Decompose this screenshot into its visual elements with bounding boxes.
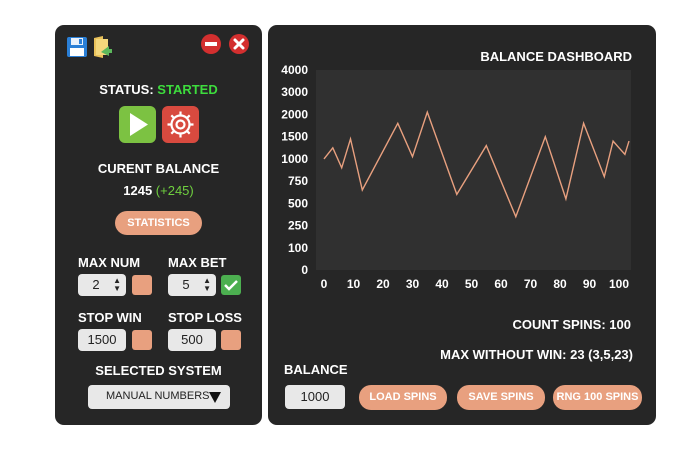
x-tick-label: 40 [435,277,449,291]
max-num-value: 2 [92,277,100,292]
y-tick-label: 2000 [281,107,308,121]
play-icon [130,113,148,136]
balance-title: CURENT BALANCE [97,161,220,176]
checkmark-icon [224,280,238,291]
stop-icon[interactable] [200,33,222,55]
status-label: STATUS: [99,82,154,97]
y-tick-label: 100 [288,241,308,255]
save-icon[interactable] [65,35,89,59]
close-icon[interactable] [228,33,250,55]
stop-loss-label: STOP LOSS [168,310,242,325]
max-num-stepper[interactable]: 2 ▲ ▼ [78,274,126,296]
balance-delta: (+245) [155,183,194,198]
stop-loss-field[interactable]: 500 [168,329,216,351]
x-tick-label: 50 [465,277,479,291]
stepper-arrows-icon: ▲ ▼ [113,276,121,293]
x-tick-label: 60 [494,277,508,291]
stop-win-field[interactable]: 1500 [78,329,126,351]
x-tick-label: 100 [609,277,629,291]
stop-loss-checkbox[interactable] [221,330,241,350]
dashboard-panel: BALANCE DASHBOARD 0 100 250 500 750 1000 1500 2… [268,25,656,425]
y-tick-label: 500 [288,196,308,210]
x-tick-label: 90 [583,277,597,291]
save-spins-button[interactable]: SAVE SPINS [457,385,545,410]
max-bet-label: MAX BET [168,255,227,270]
y-tick-label: 1000 [281,152,308,166]
y-tick-label: 3000 [281,85,308,99]
statistics-button[interactable]: STATISTICS [115,211,202,235]
control-panel: STATUS: STARTED CURENT BALANCE 1245 (+24… [55,25,262,425]
x-tick-label: 70 [524,277,538,291]
max-bet-value: 5 [182,277,190,292]
stop-win-label: STOP WIN [78,310,142,325]
max-without-win: MAX WITHOUT WIN: 23 (3,5,23) [440,347,633,362]
balance-chart: 0 100 250 500 750 1000 1500 2000 3000 4000 0 10 20 3… [281,65,631,291]
max-num-label: MAX NUM [78,255,141,270]
balance-input[interactable]: 1000 [285,385,345,409]
stop-win-checkbox[interactable] [132,330,152,350]
balance-value: 1245 [123,183,153,198]
y-tick-label: 1500 [281,130,308,144]
x-tick-label: 30 [406,277,420,291]
max-bet-stepper[interactable]: 5 ▲ ▼ [168,274,216,296]
max-bet-checkbox[interactable] [221,275,241,295]
status-value: STARTED [157,82,218,97]
x-tick-label: 10 [347,277,361,291]
play-button[interactable] [119,106,156,143]
y-tick-label: 4000 [281,65,308,77]
selected-system-label: SELECTED SYSTEM [95,363,222,378]
chevron-down-icon [209,392,221,403]
rng-spins-button[interactable]: RNG 100 SPINS [553,385,642,410]
x-tick-label: 20 [376,277,390,291]
max-num-checkbox[interactable] [132,275,152,295]
gear-icon [167,111,194,138]
system-select[interactable]: MANUAL NUMBERS [88,385,230,409]
stepper-arrows-icon: ▲ ▼ [203,276,211,293]
y-tick-label: 250 [288,219,308,233]
load-spins-button[interactable]: LOAD SPINS [359,385,447,410]
settings-button[interactable] [162,106,199,143]
balance-readout: 1245 (+245) [55,183,262,198]
x-tick-label: 0 [321,277,328,291]
plot-area [316,70,631,270]
status-line: STATUS: STARTED [55,82,262,97]
y-tick-label: 750 [288,174,308,188]
x-tick-label: 80 [553,277,567,291]
balance-label: BALANCE [284,362,348,377]
open-file-icon[interactable] [91,34,113,60]
y-tick-label: 0 [301,263,308,277]
count-spins: COUNT SPINS: 100 [512,317,631,332]
system-select-value: MANUAL NUMBERS [106,390,210,402]
dashboard-title: BALANCE DASHBOARD [480,49,632,64]
